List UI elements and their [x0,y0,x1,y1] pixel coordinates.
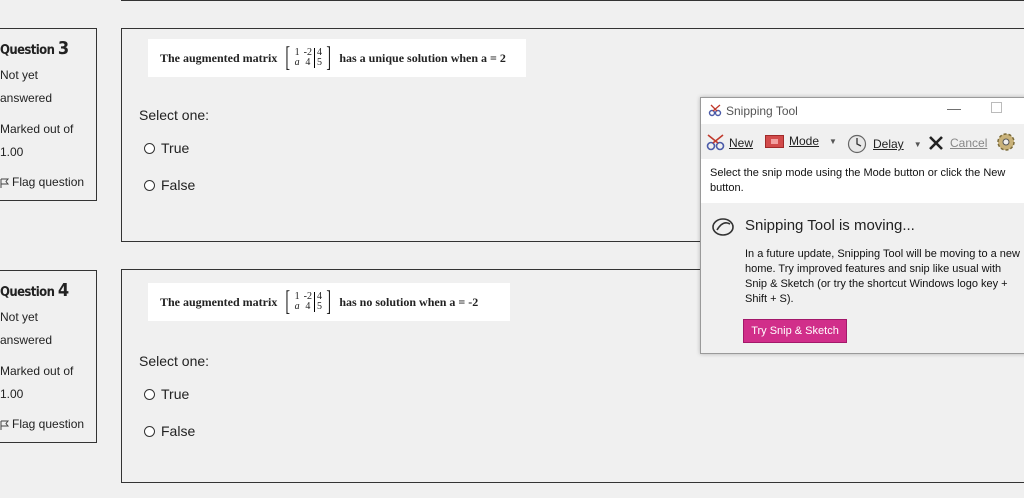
chevron-down-icon: ▼ [913,139,922,149]
moving-body: In a future update, Snipping Tool will b… [745,248,1020,305]
question-text-after: has no solution when a = -2 [339,294,479,309]
question-3-info: Question 3 Not yet answered Marked out o… [0,28,97,201]
cancel-button[interactable]: Cancel [927,134,987,152]
question-3-heading: Question 3 [0,38,69,59]
mode-icon [765,134,784,148]
bracket-left: [ [285,286,291,317]
flag-label: Flag question [12,175,85,189]
top-divider [121,0,1024,1]
matrix-cell: a [294,301,300,312]
delay-button[interactable]: Delay ▼ [847,134,922,154]
window-title: Snipping Tool [726,104,798,118]
status-line-1: Not yet [0,310,39,324]
question-number: 3 [57,38,69,59]
mode-button[interactable]: Mode ▼ [765,134,837,148]
radio-button[interactable] [144,425,155,437]
option-true[interactable]: True [144,386,189,402]
flag-icon [0,420,10,430]
matrix-cell: 5 [314,58,324,68]
mode-label: Mode [789,134,820,148]
status-line-2: answered [0,91,53,105]
matrix-cell: 4 [305,301,311,312]
question-text-after: has a unique solution when a = 2 [339,50,506,65]
radio-button[interactable] [144,179,155,191]
question-label: Question [0,43,55,58]
augmented-matrix: [ 1 -2 4 a 4 5 ] [283,288,333,316]
bracket-right: ] [326,286,331,317]
option-false[interactable]: False [144,177,195,193]
option-label: True [161,386,190,402]
question-4-heading: Question 4 [0,280,69,301]
close-icon [929,136,943,150]
question-text-before: The augmented matrix [160,50,278,65]
toolbar: New Mode ▼ Delay ▼ Cancel [701,126,1024,156]
augmented-matrix: [ 1 -2 4 a 4 5 ] [283,44,333,72]
question-text-before: The augmented matrix [160,294,278,309]
try-snip-sketch-button[interactable]: Try Snip & Sketch [743,319,847,343]
new-label: New [729,136,754,150]
matrix-cell: a [294,57,300,68]
select-one-label: Select one: [139,353,210,369]
option-label: False [161,177,196,193]
maximize-button[interactable] [991,102,1002,113]
question-text: The augmented matrix [ 1 -2 4 a 4 5 ] ha… [148,39,526,77]
matrix-cell: 5 [314,302,324,312]
clock-icon [847,134,867,154]
question-number: 4 [57,280,69,301]
status-line-1: Not yet [0,68,39,82]
flag-icon [0,178,10,188]
flag-question-button[interactable]: Flag question [0,175,84,189]
minimize-button[interactable]: — [947,100,961,116]
matrix-cell: 4 [305,57,311,68]
title-bar[interactable]: Snipping Tool — [701,98,1024,124]
moving-title: Snipping Tool is moving... [745,217,915,234]
option-false[interactable]: False [144,423,195,439]
cancel-label: Cancel [950,136,988,150]
flag-question-button[interactable]: Flag question [0,417,84,431]
question-4-info: Question 4 Not yet answered Marked out o… [0,270,97,443]
select-one-label: Select one: [139,107,210,123]
new-snip-icon [706,134,725,151]
snip-sketch-icon [712,218,734,236]
chevron-down-icon: ▼ [829,136,837,146]
option-label: False [161,423,196,439]
bracket-left: [ [285,42,291,73]
marked-label: Marked out of [0,122,74,136]
flag-label: Flag question [12,417,85,431]
option-true[interactable]: True [144,140,189,156]
gear-icon [997,133,1015,151]
option-label: True [161,140,190,156]
status-line-2: answered [0,333,53,347]
marked-value: 1.00 [0,145,24,159]
radio-button[interactable] [144,388,155,400]
bracket-right: ] [326,42,331,73]
hint-text: Select the snip mode using the Mode butt… [701,159,1024,203]
snipping-tool-window: Snipping Tool — New Mode ▼ Delay ▼ Cance… [700,97,1024,354]
marked-label: Marked out of [0,364,74,378]
options-button[interactable] [995,131,1017,153]
marked-value: 1.00 [0,387,24,401]
delay-label: Delay [873,137,904,151]
question-label: Question [0,285,55,300]
question-text: The augmented matrix [ 1 -2 4 a 4 5 ] ha… [148,283,510,321]
radio-button[interactable] [144,142,155,154]
scissors-icon [708,104,722,117]
new-button[interactable]: New [705,134,753,152]
